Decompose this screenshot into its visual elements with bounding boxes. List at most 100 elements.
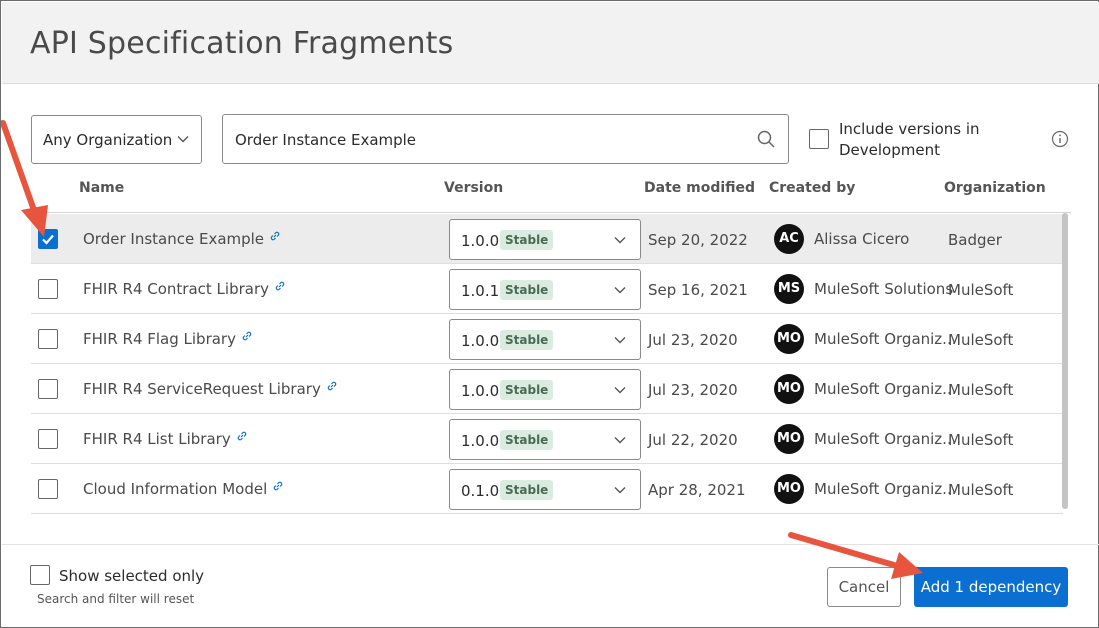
version-select[interactable]: 1.0.0 Stable — [449, 319, 641, 360]
created-by: MuleSoft Organiz... — [814, 380, 957, 398]
table-row[interactable]: FHIR R4 ServiceRequest Library 1.0.0 Sta… — [31, 364, 1063, 414]
chevron-down-icon — [614, 437, 626, 444]
table-row[interactable]: FHIR R4 List Library 1.0.0 Stable Jul 22… — [31, 414, 1063, 464]
created-by: MuleSoft Organiz... — [814, 480, 957, 498]
fragment-name-text: Cloud Information Model — [83, 480, 268, 498]
organization: MuleSoft — [948, 431, 1014, 449]
date-modified: Sep 20, 2022 — [648, 231, 748, 249]
organization: MuleSoft — [948, 381, 1014, 399]
cancel-button[interactable]: Cancel — [827, 567, 901, 607]
fragment-name[interactable]: FHIR R4 Contract Library — [83, 280, 286, 298]
fragment-name[interactable]: FHIR R4 List Library — [83, 430, 248, 448]
search-input-value: Order Instance Example — [235, 131, 417, 149]
version-select[interactable]: 1.0.0 Stable — [449, 219, 641, 260]
fragment-name[interactable]: FHIR R4 ServiceRequest Library — [83, 380, 338, 398]
version-value: 1.0.1 — [461, 282, 500, 300]
include-dev-label: Include versions in Development — [839, 120, 980, 159]
date-modified: Apr 28, 2021 — [648, 481, 746, 499]
dialog-title: API Specification Fragments — [30, 26, 454, 61]
status-badge: Stable — [500, 280, 554, 300]
version-select[interactable]: 1.0.0 Stable — [449, 369, 641, 410]
fragment-name-text: FHIR R4 ServiceRequest Library — [83, 380, 321, 398]
row-checkbox[interactable] — [38, 479, 58, 499]
date-modified: Jul 23, 2020 — [648, 331, 738, 349]
column-header-created-by[interactable]: Created by — [769, 180, 855, 196]
organization: MuleSoft — [948, 331, 1014, 349]
row-checkbox[interactable] — [38, 379, 58, 399]
avatar: MO — [774, 474, 804, 504]
link-icon[interactable] — [241, 330, 253, 342]
avatar: AC — [774, 224, 804, 254]
table-row[interactable]: FHIR R4 Flag Library 1.0.0 Stable Jul 23… — [31, 314, 1063, 364]
chevron-down-icon — [614, 237, 626, 244]
search-input[interactable]: Order Instance Example — [222, 114, 789, 164]
status-badge: Stable — [500, 380, 554, 400]
avatar: MO — [774, 424, 804, 454]
organization: MuleSoft — [948, 481, 1014, 499]
fragments-table: Order Instance Example 1.0.0 Stable Sep … — [31, 212, 1071, 514]
created-by: MuleSoft Organiz... — [814, 430, 957, 448]
table-row[interactable]: FHIR R4 Contract Library 1.0.1 Stable Se… — [31, 264, 1063, 314]
fragment-name[interactable]: FHIR R4 Flag Library — [83, 330, 253, 348]
created-by: Alissa Cicero — [814, 230, 910, 248]
version-value: 1.0.0 — [461, 332, 500, 350]
version-value: 1.0.0 — [461, 432, 500, 450]
link-icon[interactable] — [269, 230, 281, 242]
table-row[interactable]: Cloud Information Model 0.1.0 Stable Apr… — [31, 464, 1063, 514]
fragment-name[interactable]: Cloud Information Model — [83, 480, 284, 498]
status-badge: Stable — [500, 230, 554, 250]
column-header-name[interactable]: Name — [79, 180, 124, 196]
fragment-name-text: Order Instance Example — [83, 230, 265, 248]
avatar: MO — [774, 324, 804, 354]
fragment-name-text: FHIR R4 List Library — [83, 430, 231, 448]
footer-divider — [2, 544, 1099, 545]
scrollbar-thumb[interactable] — [1062, 213, 1068, 509]
dialog-header: API Specification Fragments — [2, 2, 1099, 84]
row-checkbox[interactable] — [38, 229, 58, 249]
link-icon[interactable] — [272, 480, 284, 492]
status-badge: Stable — [500, 430, 554, 450]
avatar: MS — [774, 274, 804, 304]
avatar: MO — [774, 374, 804, 404]
dialog: API Specification Fragments Any Organiza… — [0, 0, 1099, 628]
date-modified: Jul 22, 2020 — [648, 431, 738, 449]
version-select[interactable]: 1.0.1 Stable — [449, 269, 641, 310]
version-value: 1.0.0 — [461, 382, 500, 400]
add-dependency-button[interactable]: Add 1 dependency — [914, 567, 1068, 607]
table-row[interactable]: Order Instance Example 1.0.0 Stable Sep … — [31, 214, 1063, 264]
date-modified: Jul 23, 2020 — [648, 381, 738, 399]
show-selected-checkbox[interactable] — [30, 565, 50, 585]
column-header-date-modified[interactable]: Date modified — [644, 180, 755, 196]
chevron-down-icon — [177, 136, 189, 143]
info-icon[interactable] — [1051, 130, 1069, 148]
fragment-name-text: FHIR R4 Contract Library — [83, 280, 269, 298]
version-select[interactable]: 0.1.0 Stable — [449, 469, 641, 510]
chevron-down-icon — [614, 337, 626, 344]
date-modified: Sep 16, 2021 — [648, 281, 748, 299]
chevron-down-icon — [614, 487, 626, 494]
link-icon[interactable] — [274, 280, 286, 292]
table-scrollbar[interactable] — [1062, 213, 1068, 509]
chevron-down-icon — [614, 287, 626, 294]
link-icon[interactable] — [326, 380, 338, 392]
version-select[interactable]: 1.0.0 Stable — [449, 419, 641, 460]
organization-select[interactable]: Any Organization — [31, 115, 202, 164]
fragment-name-text: FHIR R4 Flag Library — [83, 330, 236, 348]
fragment-name[interactable]: Order Instance Example — [83, 230, 281, 248]
chevron-down-icon — [614, 387, 626, 394]
column-header-organization[interactable]: Organization — [944, 180, 1046, 196]
reset-note: Search and filter will reset — [37, 592, 195, 606]
row-checkbox[interactable] — [38, 329, 58, 349]
link-icon[interactable] — [236, 430, 248, 442]
row-checkbox[interactable] — [38, 279, 58, 299]
status-badge: Stable — [500, 330, 554, 350]
status-badge: Stable — [500, 480, 554, 500]
row-checkbox[interactable] — [38, 429, 58, 449]
include-dev-checkbox[interactable] — [809, 129, 829, 149]
organization-select-value: Any Organization — [43, 131, 173, 149]
version-value: 0.1.0 — [461, 482, 500, 500]
search-icon[interactable] — [756, 129, 776, 149]
checkmark-icon — [42, 234, 54, 245]
column-header-version[interactable]: Version — [444, 180, 503, 196]
created-by: MuleSoft Organiz... — [814, 330, 957, 348]
